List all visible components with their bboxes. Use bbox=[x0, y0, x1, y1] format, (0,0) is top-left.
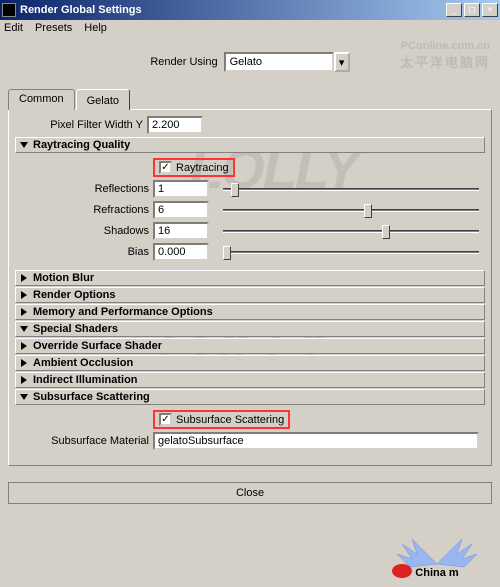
pixel-filter-label: Pixel Filter Width Y bbox=[15, 119, 143, 131]
svg-text:China m: China m bbox=[415, 567, 459, 579]
subsurface-material-label: Subsurface Material bbox=[21, 435, 149, 447]
maximize-button[interactable]: □ bbox=[464, 3, 480, 17]
tab-common[interactable]: Common bbox=[8, 89, 75, 110]
subsurface-highlight: ✓ Subsurface Scattering bbox=[153, 410, 290, 429]
chevron-right-icon bbox=[21, 291, 27, 299]
reflections-input[interactable]: 1 bbox=[153, 180, 209, 198]
chevron-right-icon bbox=[21, 359, 27, 367]
raytracing-body: ✓ Raytracing Reflections 1 Refractions 6… bbox=[15, 154, 485, 270]
dropdown-arrow-icon[interactable]: ▾ bbox=[334, 52, 350, 72]
chevron-down-icon bbox=[20, 326, 28, 332]
section-motion-blur[interactable]: Motion Blur bbox=[15, 270, 485, 286]
reflections-label: Reflections bbox=[21, 183, 149, 195]
shadows-input[interactable]: 16 bbox=[153, 222, 209, 240]
section-ambient-occlusion[interactable]: Ambient Occlusion bbox=[15, 355, 485, 371]
section-raytracing-quality[interactable]: Raytracing Quality bbox=[15, 137, 485, 153]
chevron-right-icon bbox=[21, 274, 27, 282]
shadows-slider[interactable] bbox=[223, 222, 479, 240]
raytracing-checkbox-label: Raytracing bbox=[176, 162, 229, 174]
section-subsurface-scattering[interactable]: Subsurface Scattering bbox=[15, 389, 485, 405]
section-title: Raytracing Quality bbox=[33, 139, 130, 151]
pconline-watermark: PConline.com.cn 太平洋电脑网 bbox=[400, 40, 490, 71]
menu-presets[interactable]: Presets bbox=[35, 22, 72, 34]
subsurface-material-input[interactable]: gelatoSubsurface bbox=[153, 432, 479, 450]
chevron-right-icon bbox=[21, 376, 27, 384]
tab-gelato[interactable]: Gelato bbox=[76, 89, 130, 110]
section-indirect-illumination[interactable]: Indirect Illumination bbox=[15, 372, 485, 388]
section-special-shaders[interactable]: Special Shaders bbox=[15, 321, 485, 337]
bias-slider[interactable] bbox=[223, 243, 479, 261]
chevron-right-icon bbox=[21, 342, 27, 350]
window-title: Render Global Settings bbox=[20, 4, 444, 16]
section-override-surface[interactable]: Override Surface Shader bbox=[15, 338, 485, 354]
chevron-down-icon bbox=[20, 142, 28, 148]
shadows-label: Shadows bbox=[21, 225, 149, 237]
minimize-button[interactable]: _ bbox=[446, 3, 462, 17]
refractions-label: Refractions bbox=[21, 204, 149, 216]
raytracing-checkbox[interactable]: ✓ bbox=[159, 161, 172, 174]
tab-bar: Common Gelato bbox=[8, 89, 492, 110]
render-using-value: Gelato bbox=[224, 52, 334, 72]
refractions-slider[interactable] bbox=[223, 201, 479, 219]
render-using-label: Render Using bbox=[150, 56, 217, 68]
subsurface-checkbox[interactable]: ✓ bbox=[159, 413, 172, 426]
section-memory-perf[interactable]: Memory and Performance Options bbox=[15, 304, 485, 320]
app-icon bbox=[2, 3, 16, 17]
chevron-right-icon bbox=[21, 308, 27, 316]
close-window-button[interactable]: × bbox=[482, 3, 498, 17]
subsurface-body: ✓ Subsurface Scattering Subsurface Mater… bbox=[15, 406, 485, 459]
reflections-slider[interactable] bbox=[223, 180, 479, 198]
pixel-filter-input[interactable]: 2.200 bbox=[147, 116, 203, 134]
section-render-options[interactable]: Render Options bbox=[15, 287, 485, 303]
render-using-dropdown[interactable]: Gelato ▾ bbox=[224, 52, 350, 72]
titlebar: Render Global Settings _ □ × bbox=[0, 0, 500, 20]
refractions-input[interactable]: 6 bbox=[153, 201, 209, 219]
menu-edit[interactable]: Edit bbox=[4, 22, 23, 34]
bias-label: Bias bbox=[21, 246, 149, 258]
bias-input[interactable]: 0.000 bbox=[153, 243, 209, 261]
subsurface-checkbox-label: Subsurface Scattering bbox=[176, 414, 284, 426]
menu-help[interactable]: Help bbox=[84, 22, 107, 34]
settings-panel: LOLLY LOLLY Pixel Filter Width Y 2.200 R… bbox=[8, 109, 492, 466]
close-button[interactable]: Close bbox=[8, 482, 492, 504]
raytracing-highlight: ✓ Raytracing bbox=[153, 158, 235, 177]
corner-badge: China m bbox=[382, 529, 492, 579]
chevron-down-icon bbox=[20, 394, 28, 400]
